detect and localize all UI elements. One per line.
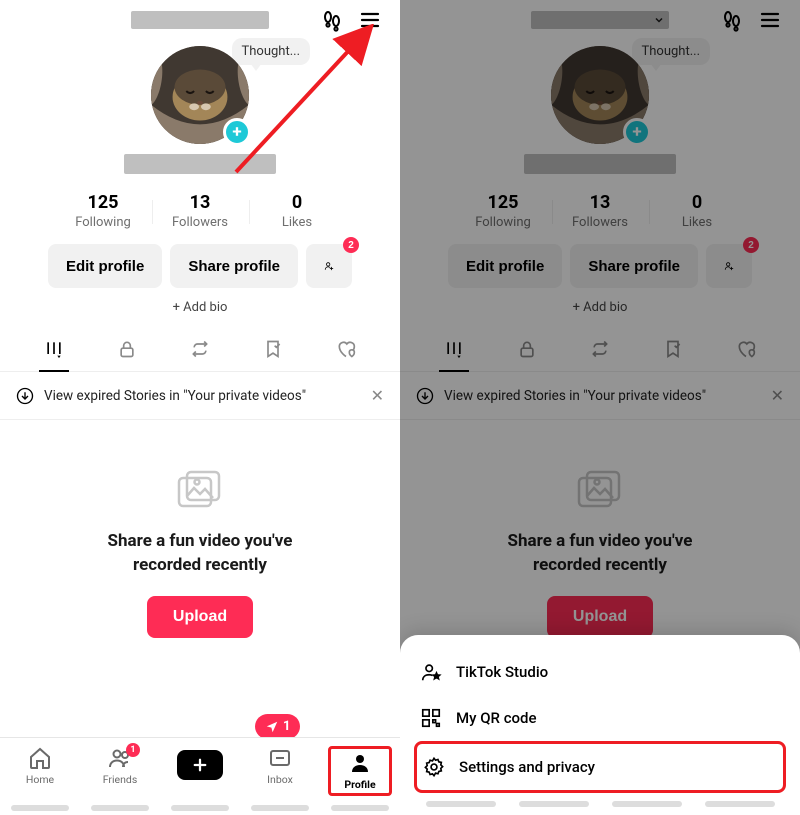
avatar-section: Thought... +	[0, 46, 400, 174]
stat-likes-label: Likes	[249, 215, 346, 230]
profile-icon	[348, 751, 372, 775]
nav-profile[interactable]: Profile	[328, 746, 392, 796]
profile-screen-right: Thought... +	[400, 0, 800, 815]
stats-row: 125 Following 13 Followers 0 Likes	[0, 192, 400, 230]
menu-bottom-sheet: TikTok Studio My QR code Settings and pr…	[400, 635, 800, 815]
hamburger-menu-icon[interactable]	[358, 8, 382, 32]
tab-liked[interactable]	[323, 335, 369, 363]
bottom-nav: Home Friends 1 Inbox Profile	[0, 737, 400, 815]
empty-text: Share a fun video you've recorded recent…	[30, 530, 370, 578]
person-star-icon	[420, 661, 442, 683]
header	[0, 0, 400, 40]
nav-friends-label: Friends	[103, 773, 138, 786]
stat-followers-label: Followers	[152, 215, 249, 230]
close-icon[interactable]: ✕	[371, 386, 384, 405]
sheet-settings-label: Settings and privacy	[459, 758, 595, 776]
tab-grid[interactable]	[31, 335, 77, 363]
sheet-handle-bars	[414, 793, 786, 813]
add-story-button[interactable]: +	[223, 118, 251, 146]
banner-text: View expired Stories in "Your private vi…	[44, 388, 306, 404]
expired-stories-banner[interactable]: View expired Stories in "Your private vi…	[0, 372, 400, 420]
stat-likes-count: 0	[249, 192, 346, 213]
content-tabs	[0, 335, 400, 372]
tab-reposts[interactable]	[177, 335, 223, 363]
username-redacted	[124, 154, 276, 174]
image-stack-icon	[30, 468, 370, 512]
sheet-item-qr[interactable]: My QR code	[414, 695, 786, 741]
profile-screen-left: Thought... +	[0, 0, 400, 815]
nav-inbox-label: Inbox	[267, 773, 293, 786]
sheet-item-studio[interactable]: TikTok Studio	[414, 649, 786, 695]
qr-icon	[420, 707, 442, 729]
empty-state: Share a fun video you've recorded recent…	[0, 420, 400, 638]
inbox-pop-count: 1	[283, 719, 290, 734]
plus-icon	[191, 756, 209, 774]
nav-home-label: Home	[26, 773, 54, 786]
inbox-icon	[268, 746, 292, 770]
tab-saved[interactable]	[250, 335, 296, 363]
inbox-notification-bubble[interactable]: 1	[255, 714, 300, 739]
sheet-item-settings[interactable]: Settings and privacy	[414, 741, 786, 793]
gear-icon	[423, 756, 445, 778]
account-switcher[interactable]	[131, 11, 269, 29]
sheet-studio-label: TikTok Studio	[456, 663, 548, 681]
stat-followers-count: 13	[152, 192, 249, 213]
nav-handle-bars	[0, 805, 400, 811]
stat-followers[interactable]: 13 Followers	[152, 192, 249, 230]
stat-likes[interactable]: 0 Likes	[249, 192, 346, 230]
download-circle-icon	[16, 387, 34, 405]
nav-friends[interactable]: Friends 1	[88, 746, 152, 786]
stat-following-label: Following	[55, 215, 152, 230]
sheet-qr-label: My QR code	[456, 709, 537, 727]
nav-inbox[interactable]: Inbox	[248, 746, 312, 786]
edit-profile-button[interactable]: Edit profile	[48, 244, 162, 288]
tab-private[interactable]	[104, 335, 150, 363]
create-button[interactable]	[177, 750, 223, 780]
friends-badge: 1	[126, 743, 140, 757]
status-dot	[237, 52, 243, 58]
nav-profile-label: Profile	[344, 778, 375, 791]
home-icon	[28, 746, 52, 770]
share-profile-button[interactable]: Share profile	[170, 244, 298, 288]
nav-create[interactable]	[168, 746, 232, 780]
add-friends-badge: 2	[343, 237, 359, 253]
stat-following-count: 125	[55, 192, 152, 213]
add-bio-button[interactable]: + Add bio	[0, 300, 400, 315]
add-friends-button[interactable]: 2	[306, 244, 352, 288]
footprints-icon[interactable]	[320, 8, 344, 32]
nav-home[interactable]: Home	[8, 746, 72, 786]
stat-following[interactable]: 125 Following	[55, 192, 152, 230]
profile-buttons: Edit profile Share profile 2	[0, 244, 400, 288]
send-icon	[265, 720, 279, 734]
upload-button[interactable]: Upload	[147, 596, 253, 638]
